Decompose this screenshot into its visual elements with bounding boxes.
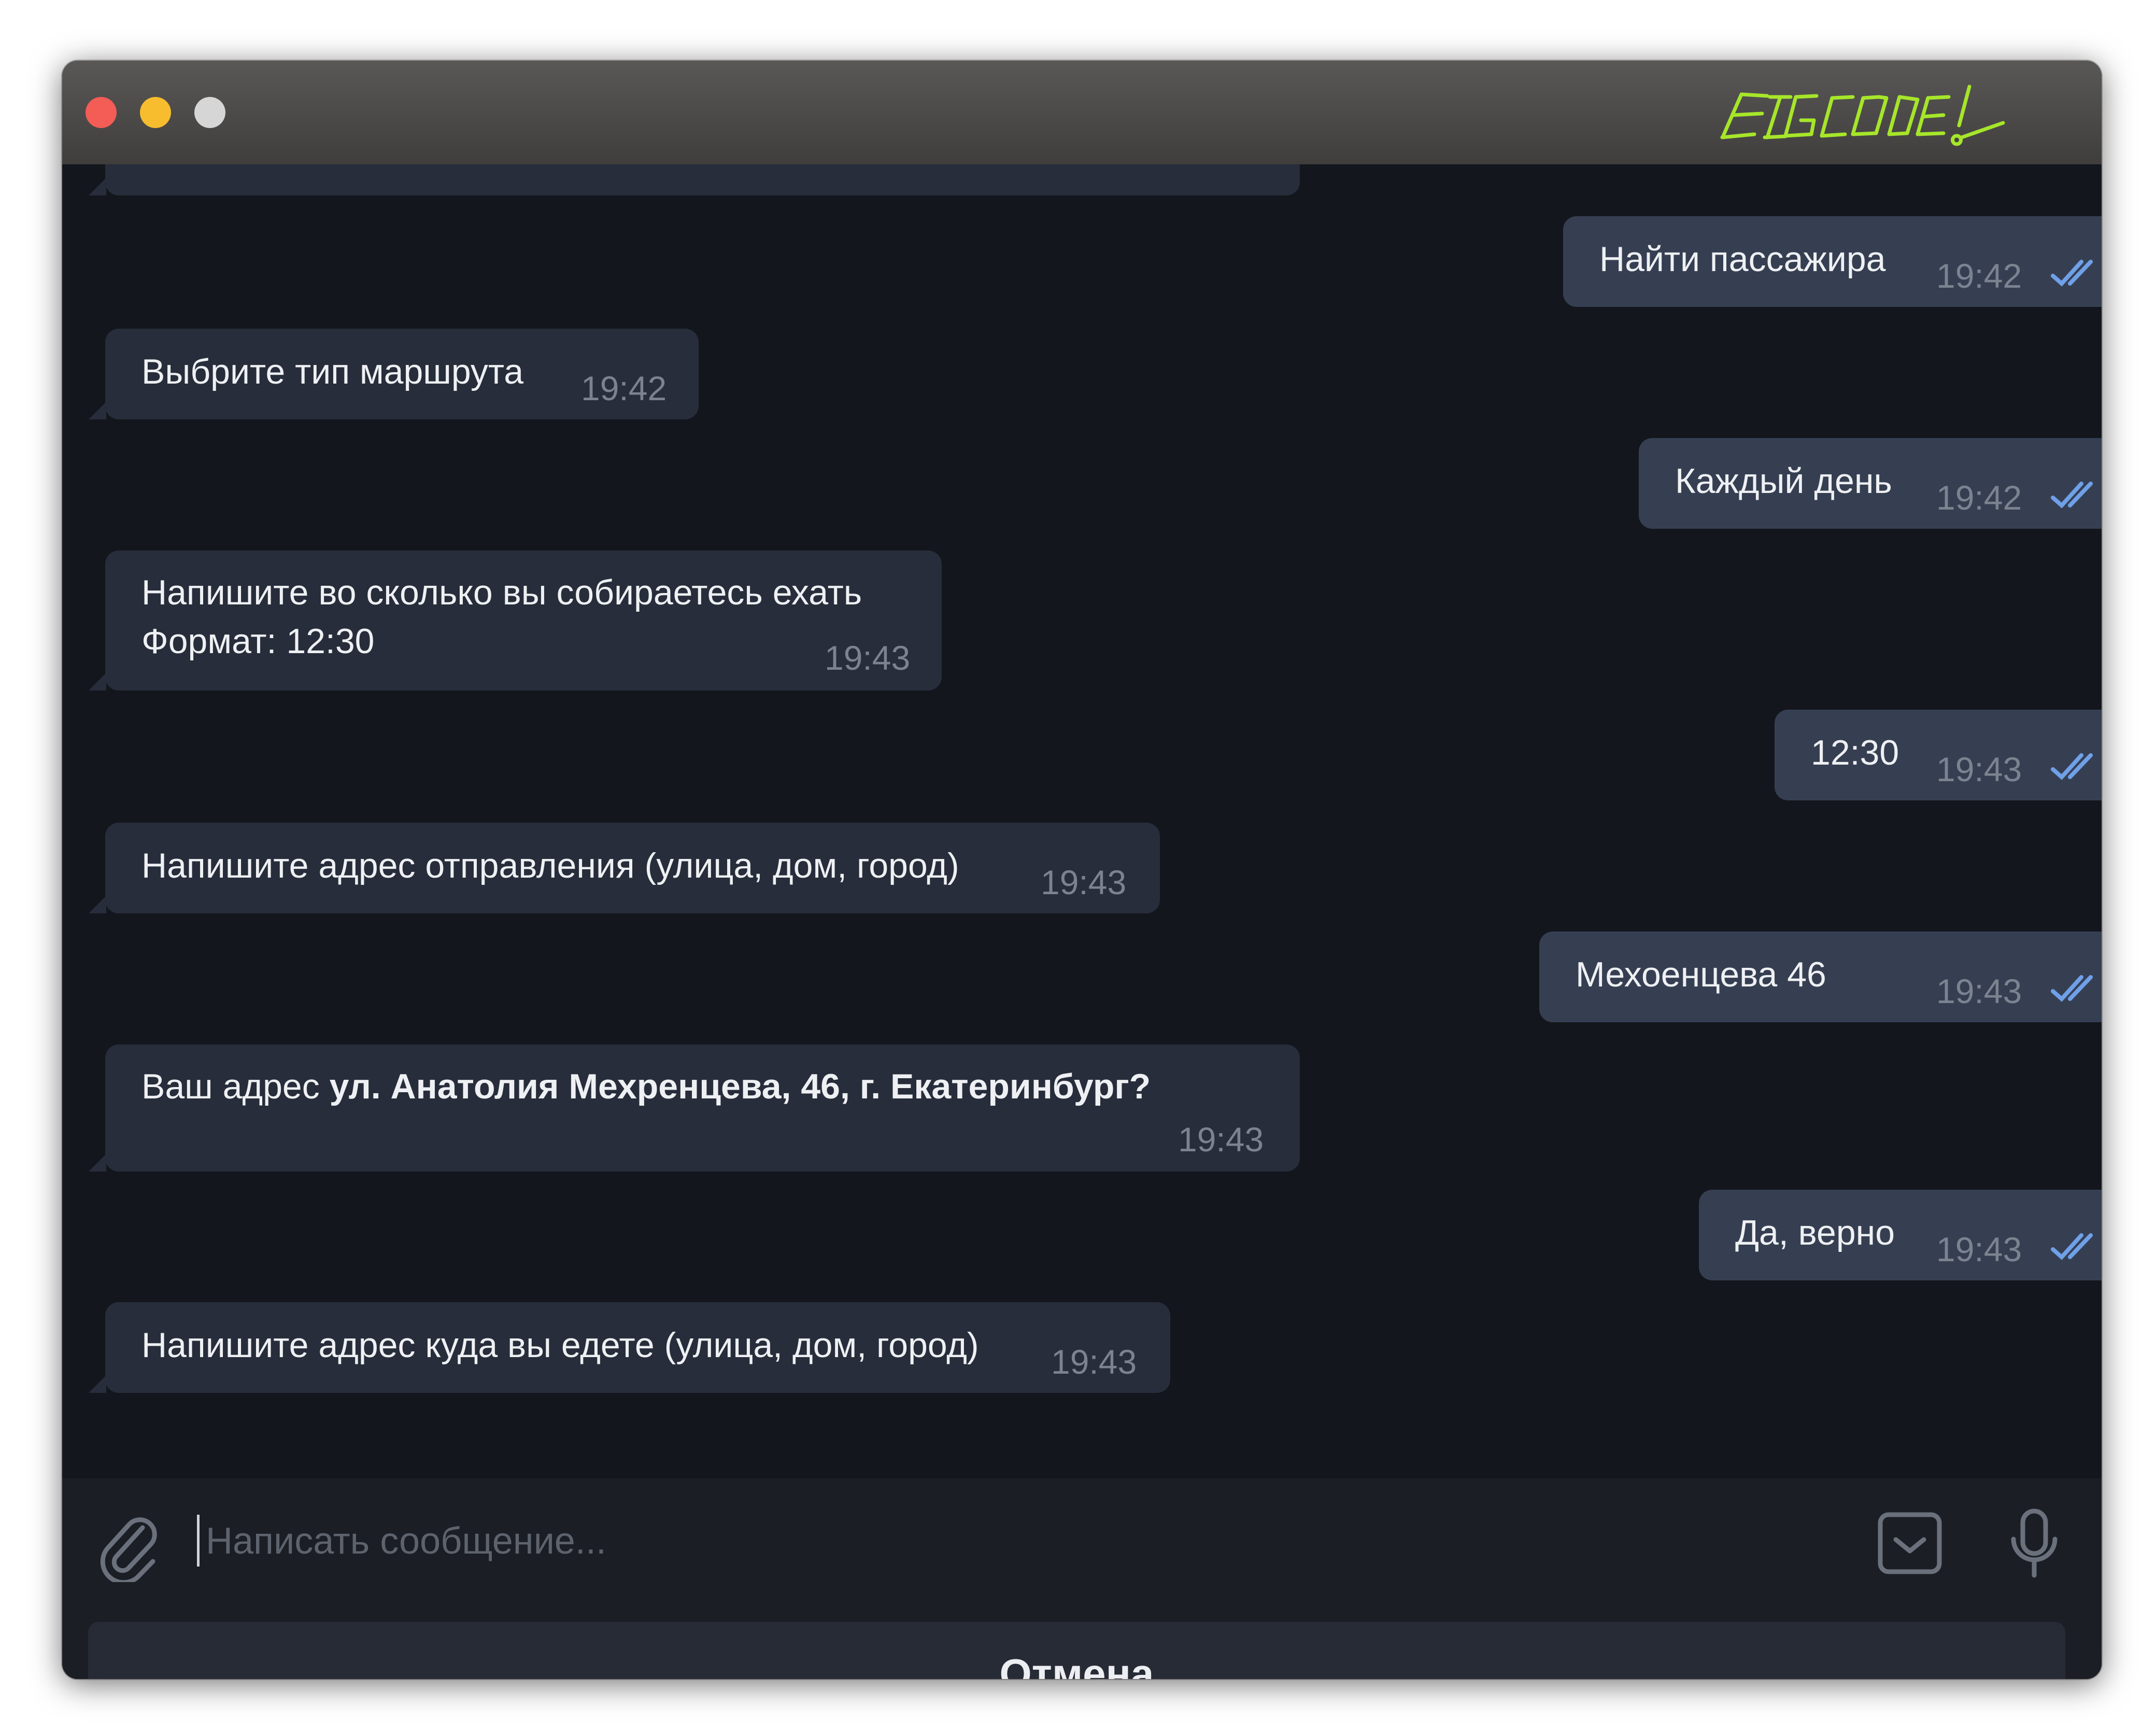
message-text: Напишите адрес отправления (улица, дом, … xyxy=(141,846,959,885)
message-composer: Отмена xyxy=(62,1478,2102,1679)
message-time: 19:43 xyxy=(1041,863,1127,901)
message-text: Ваш адрес ул. Анатолия Мехренцева, 46, г… xyxy=(141,1062,1151,1111)
message-time: 19:43 xyxy=(1936,1230,2022,1268)
message-bubble-incoming[interactable]: Напишите адрес куда вы едете (улица, дом… xyxy=(89,1302,1170,1393)
message-bubble-outgoing[interactable]: Да, верно 19:43 xyxy=(1699,1190,2102,1280)
message-time: 19:43 xyxy=(1936,750,2022,788)
message-text: Найти пассажира xyxy=(1599,239,1886,279)
double-check-icon xyxy=(2051,975,2093,1002)
message-bubble-outgoing[interactable]: Мехоенцева 46 19:43 xyxy=(1539,932,2102,1022)
message-input[interactable] xyxy=(205,1512,1917,1570)
message-bubble-incoming[interactable]: Напишите во сколько вы собираетесь ехать… xyxy=(89,551,942,690)
message-time: 19:42 xyxy=(1936,478,2022,517)
address-bold: ул. Анатолия Мехренцева, 46, г. Екатерин… xyxy=(329,1067,1151,1106)
double-check-icon xyxy=(2051,260,2093,287)
message-text: Мехоенцева 46 xyxy=(1576,955,1826,994)
bot-keyboard-icon[interactable] xyxy=(1876,1510,1944,1577)
message-bubble-outgoing[interactable]: Найти пассажира 19:42 xyxy=(1563,216,2102,307)
message-bubble-incoming[interactable]: Напишите адрес отправления (улица, дом, … xyxy=(89,823,1160,913)
message-time: 19:42 xyxy=(1936,257,2022,295)
message-time: 19:43 xyxy=(1051,1343,1137,1381)
cancel-button[interactable]: Отмена xyxy=(88,1622,2065,1679)
message-text: 12:30 xyxy=(1811,733,1899,772)
title-bar xyxy=(62,61,2102,164)
message-text: Выбрите тип маршрута xyxy=(141,352,524,391)
text-caret xyxy=(197,1515,200,1567)
double-check-icon xyxy=(2051,482,2093,509)
message-text-prefix: Ваш адрес xyxy=(141,1067,330,1106)
close-window-button[interactable] xyxy=(86,97,117,128)
message-time: 19:42 xyxy=(581,369,667,407)
message-text-line2: Формат: 12:30 xyxy=(141,622,375,661)
message-text: Каждый день xyxy=(1675,461,1892,501)
message-text-line1: Напишите во сколько вы собираетесь ехать xyxy=(141,573,862,612)
message-bubble-partial xyxy=(89,164,1300,195)
maximize-window-button[interactable] xyxy=(194,97,225,128)
message-bubble-outgoing[interactable]: 12:30 19:43 xyxy=(1775,710,2102,800)
message-time: 19:43 xyxy=(1178,1120,1264,1159)
double-check-icon xyxy=(2051,753,2093,780)
message-text: Напишите адрес куда вы едете (улица, дом… xyxy=(141,1325,979,1365)
telegram-window: Найти пассажира 19:42 Выбрите тип маршру… xyxy=(62,61,2102,1679)
message-bubble-outgoing[interactable]: Каждый день 19:42 xyxy=(1639,438,2102,529)
message-bubble-incoming[interactable]: Выбрите тип маршрута 19:42 xyxy=(89,329,699,419)
message-time: 19:43 xyxy=(1936,972,2022,1010)
message-time: 19:43 xyxy=(825,639,911,677)
double-check-icon xyxy=(2051,1233,2093,1260)
message-text: Да, верно xyxy=(1735,1213,1895,1252)
big-code-logo xyxy=(1720,84,2005,146)
chat-history[interactable]: Найти пассажира 19:42 Выбрите тип маршру… xyxy=(62,164,2102,1478)
message-bubble-incoming[interactable]: Ваш адрес ул. Анатолия Мехренцева, 46, г… xyxy=(89,1045,1300,1172)
paperclip-icon[interactable] xyxy=(98,1510,161,1582)
minimize-window-button[interactable] xyxy=(140,97,171,128)
microphone-icon[interactable] xyxy=(2003,1507,2065,1579)
